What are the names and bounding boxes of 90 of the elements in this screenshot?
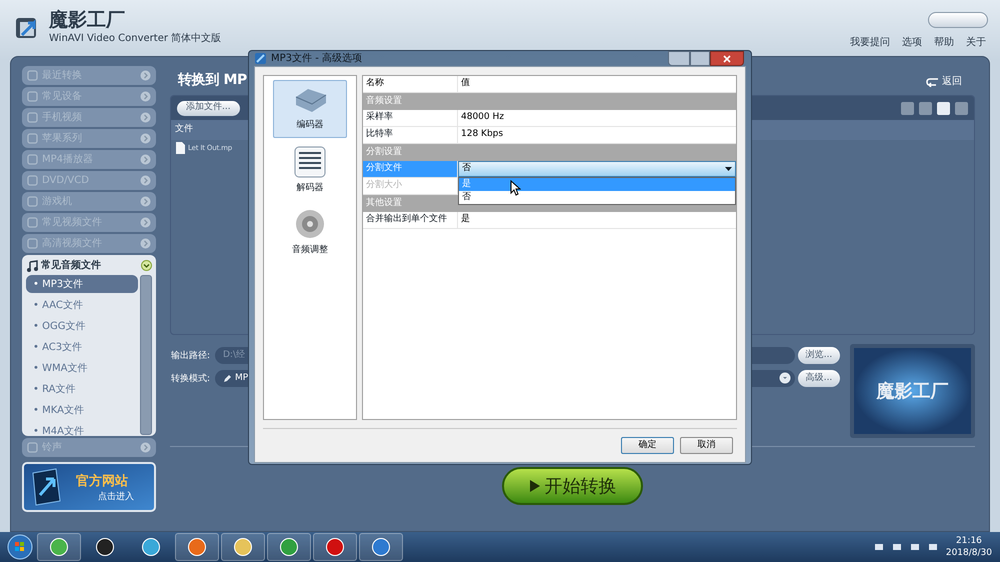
chevron-icon (140, 217, 151, 228)
taskbar-button[interactable] (359, 533, 403, 561)
property-value: 是 (460, 213, 471, 226)
category-icon (27, 196, 38, 207)
chevron-icon (140, 91, 151, 102)
format-item[interactable]: • AAC文件 (26, 296, 138, 314)
format-item[interactable]: • M4A文件 (26, 422, 138, 436)
clock-time: 21:16 (956, 535, 982, 547)
dialog-title: MP3文件 - 高级选项 (271, 52, 362, 66)
format-item[interactable]: • RA文件 (26, 380, 138, 398)
menu-item[interactable]: 选项 (902, 35, 922, 50)
property-name: 合并输出到单个文件 (363, 212, 458, 228)
category-icon (27, 154, 38, 165)
property-name: 分割文件 (363, 161, 458, 177)
taskbar-button[interactable] (221, 533, 265, 561)
category-icon (27, 175, 38, 186)
start-icon (7, 534, 33, 560)
chevron-icon (140, 154, 151, 165)
file-icon (176, 142, 185, 154)
banner-title: 官方网站 (76, 472, 128, 491)
taskbar-button[interactable] (267, 533, 311, 561)
category-icon (27, 133, 38, 144)
scrollbar[interactable] (140, 275, 152, 435)
record-icon (325, 537, 345, 557)
minimize-button[interactable] (668, 51, 690, 66)
pencil-icon (223, 374, 232, 383)
category-header[interactable]: 常见音频文件 (26, 258, 152, 273)
value-dropdown[interactable]: 否 (458, 161, 736, 177)
chevron-icon (140, 70, 151, 81)
taskbar-button[interactable] (175, 533, 219, 561)
format-item[interactable]: • OGG文件 (26, 317, 138, 335)
dropdown-arrow-icon (725, 167, 732, 171)
format-item[interactable]: • MP3文件 (26, 275, 138, 293)
category-icon (27, 442, 38, 453)
category-label: 常见音频文件 (41, 258, 102, 273)
nav-item[interactable]: 音频调整 (273, 204, 347, 262)
browse-button[interactable]: 浏览... (798, 347, 840, 364)
chevron-icon (140, 112, 151, 123)
start-convert-button[interactable]: 开始转换 (502, 467, 643, 505)
expanded-chevron-icon (141, 260, 152, 271)
mouse-cursor-icon (510, 180, 521, 196)
window-controls[interactable] (928, 12, 988, 28)
column-header: 名称 (363, 76, 458, 92)
menu-item[interactable]: 我要提问 (850, 35, 890, 50)
category-icon (27, 112, 38, 123)
close-button[interactable] (710, 51, 744, 66)
field-label: 输出路径: (171, 350, 210, 363)
chevron-icon (140, 238, 151, 249)
section-header: 音频设置 (363, 93, 736, 110)
property-name: 比特率 (363, 127, 458, 143)
property-value: 128 Kbps (460, 128, 504, 142)
back-link[interactable]: 返回 (926, 74, 962, 89)
format-item[interactable]: • MKA文件 (26, 401, 138, 419)
format-item[interactable]: • AC3文件 (26, 338, 138, 356)
field-label: 转换模式: (171, 373, 210, 386)
taskbar-button[interactable] (37, 533, 81, 561)
preview-logo-text: 魔影工厂 (876, 380, 948, 404)
category-icon (27, 70, 38, 81)
nav-item[interactable]: 编码器 (273, 80, 347, 138)
section-header: 分割设置 (363, 144, 736, 161)
app-title: 魔影工厂 (49, 11, 125, 30)
format-item[interactable]: • WMA文件 (26, 359, 138, 377)
close-icon (723, 54, 731, 62)
maximize-button[interactable] (690, 51, 710, 66)
cancel-button[interactable]: 取消 (680, 437, 733, 454)
banner-subtitle: 点击进入 (98, 491, 134, 504)
website-banner[interactable]: 官方网站 点击进入 (22, 462, 156, 512)
add-file-button[interactable]: 添加文件... (177, 100, 240, 116)
advanced-button[interactable]: 高级... (798, 370, 840, 387)
ok-button[interactable]: 确定 (621, 437, 674, 454)
chevron-icon (140, 133, 151, 144)
category-icon (27, 238, 38, 249)
nav-item[interactable]: 解码器 (273, 142, 347, 200)
clock-date: 2018/8/30 (946, 547, 992, 559)
category-icon (27, 91, 38, 102)
category-icon (27, 217, 38, 228)
return-arrow-icon (926, 76, 939, 86)
chevron-icon (140, 175, 151, 186)
property-name: 采样率 (363, 110, 458, 126)
keypad-icon (294, 146, 326, 178)
menu-item[interactable]: 关于 (966, 35, 986, 50)
menu-item[interactable]: 帮助 (934, 35, 954, 50)
taskbar-button[interactable] (313, 533, 357, 561)
chevron-icon (140, 196, 151, 207)
column-header: 值 (460, 77, 471, 90)
chevron-icon (140, 442, 151, 453)
dropdown-option[interactable]: 是 (459, 178, 735, 191)
app-subtitle: WinAVI Video Converter 简体中文版 (49, 32, 222, 46)
music-note-icon (26, 260, 38, 272)
heading: 转换到 MP (178, 71, 247, 90)
